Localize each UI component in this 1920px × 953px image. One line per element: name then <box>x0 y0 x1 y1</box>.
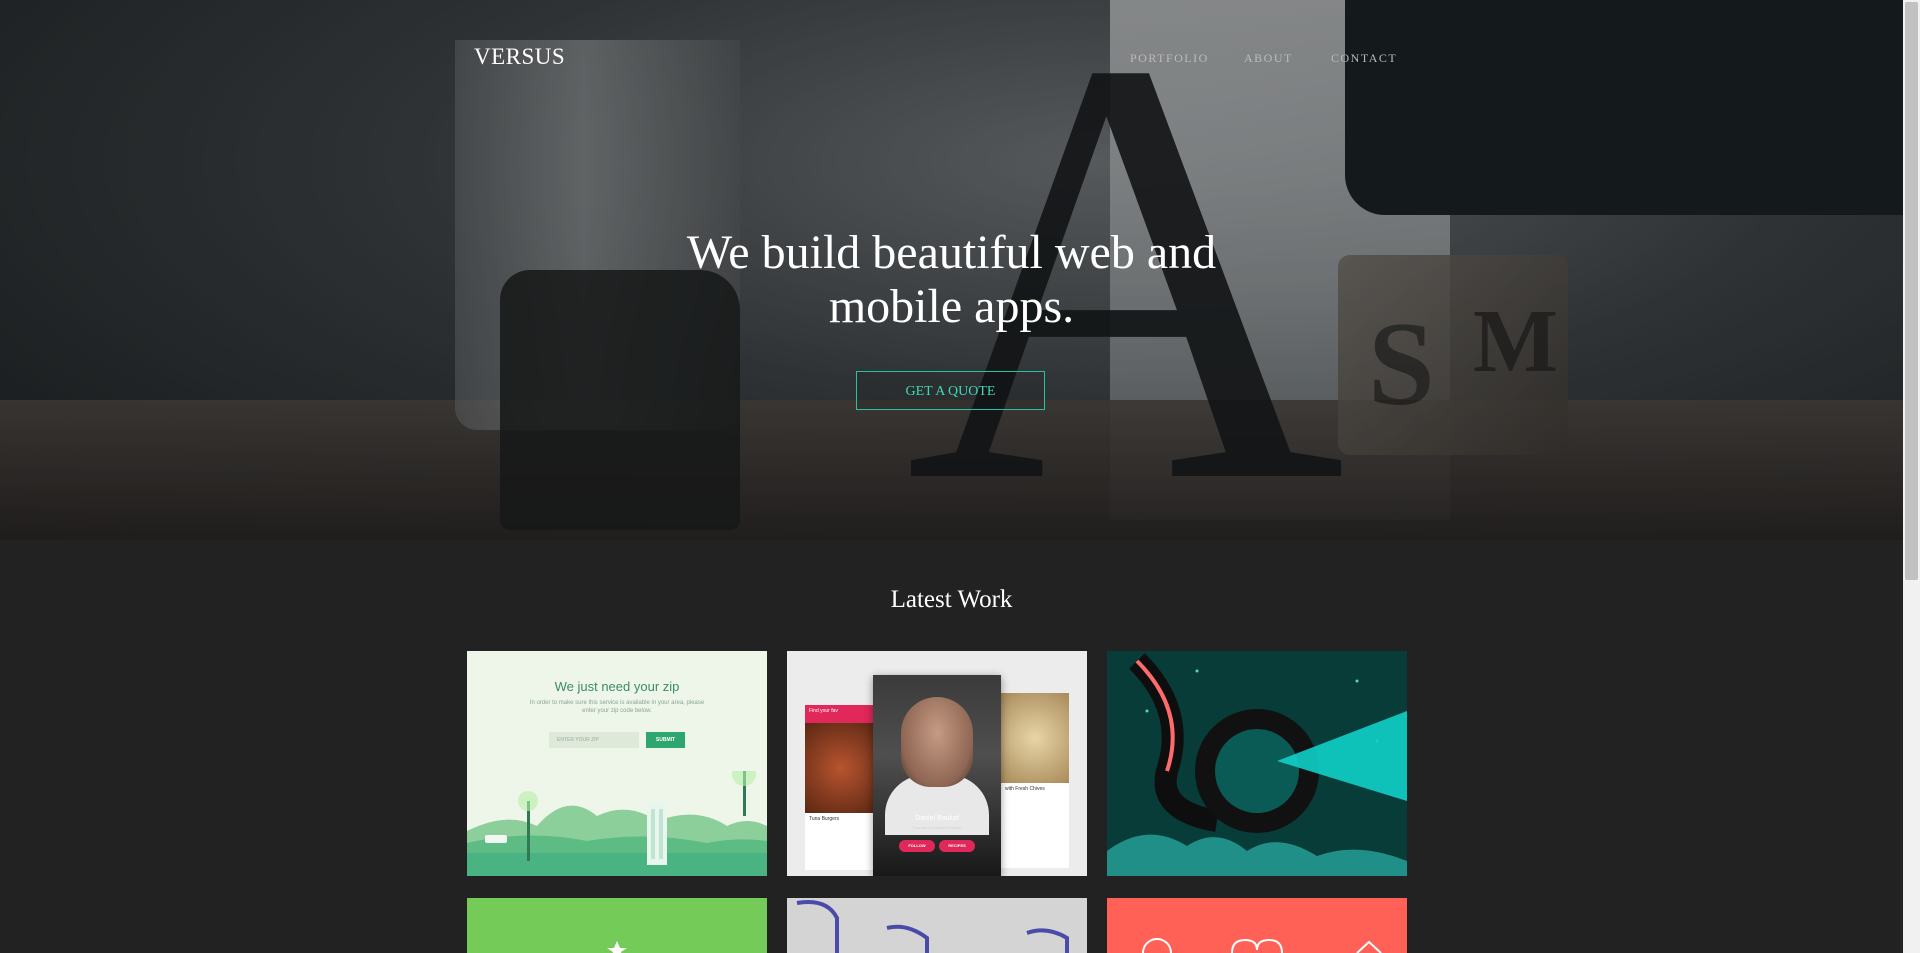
chef-app-right-item: with Fresh Chives <box>1005 786 1045 792</box>
chef-app-left-header: Find your fav <box>809 708 838 714</box>
brand-logo[interactable]: VERSUS <box>474 44 565 70</box>
chef-app-left-screen: Find your fav Tuna Burgers <box>805 705 877 870</box>
food-photo <box>805 723 877 813</box>
portfolio-card-green[interactable] <box>467 898 767 953</box>
chef-recipes-pill: RECIPES <box>939 840 975 852</box>
octopus-illustration <box>1107 651 1407 876</box>
nav-contact[interactable]: CONTACT <box>1331 51 1397 66</box>
chef-app-profile-screen: Daniel Boulud Founder of Daniel's Kitche… <box>873 675 1001 876</box>
portfolio-card-chef-app[interactable]: Find your fav Tuna Burgers with Fresh Ch… <box>787 651 1087 876</box>
scrollbar-thumb[interactable] <box>1905 2 1918 580</box>
landscape-illustration <box>467 771 767 876</box>
chef-name: Daniel Boulud <box>915 815 959 822</box>
portfolio-card-gray[interactable] <box>787 898 1087 953</box>
get-a-quote-button[interactable]: GET A QUOTE <box>856 371 1045 410</box>
chef-follow-pill: FOLLOW <box>899 840 935 852</box>
pattern-illustration <box>796 900 1069 953</box>
portfolio-card-zip[interactable]: We just need your zip In order to make s… <box>467 651 767 876</box>
nav-about[interactable]: ABOUT <box>1244 51 1293 66</box>
chef-role: Founder of Daniel's Kitchen <box>912 825 962 830</box>
zip-card-input: ENTER YOUR ZIP <box>549 732 639 748</box>
scrollbar[interactable] <box>1903 0 1920 953</box>
star-icon <box>607 941 627 953</box>
heart-icon <box>1142 938 1382 953</box>
portfolio-card-red[interactable] <box>1107 898 1407 953</box>
nav-portfolio[interactable]: PORTFOLIO <box>1130 51 1209 66</box>
chef-portrait <box>901 697 973 787</box>
zip-card-submit: SUBMIT <box>646 732 685 748</box>
hero-section: A SM VERSUS PORTFOLIO ABOUT CONTACT We b… <box>0 0 1903 540</box>
portfolio-card-octopus[interactable] <box>1107 651 1407 876</box>
latest-work-title: Latest Work <box>890 586 1013 613</box>
chef-app-right-screen: with Fresh Chives <box>1001 693 1069 868</box>
zip-card-subtitle: In order to make sure this service is av… <box>529 700 705 714</box>
chef-app-left-item: Tuna Burgers <box>809 816 840 822</box>
hero-headline: We build beautiful web and mobile apps. <box>686 226 1217 333</box>
food-photo <box>1001 693 1069 783</box>
zip-card-title: We just need your zip <box>554 679 680 694</box>
